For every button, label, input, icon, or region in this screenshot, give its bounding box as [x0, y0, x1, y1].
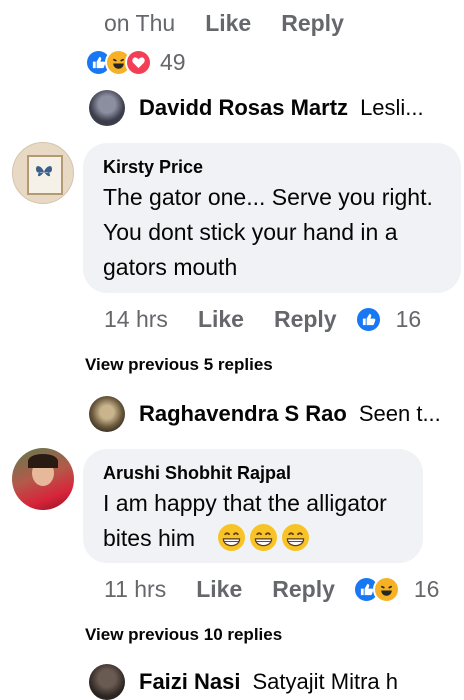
avatar[interactable]	[89, 90, 125, 126]
comment-text-line: The gator one... Serve you right.	[103, 184, 433, 210]
love-icon	[125, 49, 152, 76]
reply-author[interactable]: Faizi Nasi	[139, 669, 240, 695]
comment-text: bites him	[103, 525, 196, 551]
reply-text: Lesli...	[360, 95, 424, 120]
like-icon	[354, 306, 382, 333]
avatar[interactable]	[12, 448, 74, 510]
comment-bubble: Arushi Shobhit Rajpal I am happy that th…	[83, 449, 423, 563]
reply-button[interactable]: Reply	[274, 306, 337, 333]
reaction-count: 49	[160, 49, 186, 75]
reply-button[interactable]: Reply	[281, 10, 344, 37]
comment-text-line: gators mouth	[103, 254, 238, 280]
grin-icon	[281, 524, 309, 551]
comment-time: on Thu	[104, 10, 176, 36]
comment-author[interactable]: Arushi Shobhit Rajpal	[103, 463, 403, 484]
reply-text: Satyajit Mitra h	[252, 669, 398, 694]
comment-text-line: You dont stick your hand in a	[103, 219, 398, 245]
comment-author[interactable]: Kirsty Price	[103, 157, 441, 178]
reply-button[interactable]: Reply	[272, 576, 335, 603]
like-button[interactable]: Like	[205, 10, 251, 37]
comment-bubble: Kirsty Price The gator one... Serve you …	[83, 143, 461, 293]
reaction-summary[interactable]: 49	[85, 49, 186, 76]
avatar[interactable]	[12, 142, 74, 204]
reply-author[interactable]: Raghavendra S Rao	[139, 401, 347, 427]
reaction-count: 16	[413, 576, 440, 602]
grin-icon	[217, 524, 245, 551]
comment-time: 11 hrs	[104, 576, 167, 602]
reaction-summary[interactable]: 16	[354, 306, 422, 333]
reaction-summary[interactable]: 16	[352, 576, 440, 603]
comment-meta-row: 11 hrs Like Reply 16	[104, 576, 439, 603]
top-meta-row: on Thu Like Reply	[104, 10, 344, 37]
comment-time: 14 hrs	[104, 306, 168, 332]
grin-icon	[249, 524, 277, 551]
like-button[interactable]: Like	[198, 306, 244, 333]
reply-preview[interactable]: Davidd Rosas Martz Lesli...	[89, 90, 459, 126]
reaction-count: 16	[395, 306, 422, 332]
haha-icon	[372, 576, 400, 603]
reply-author[interactable]: Davidd Rosas Martz	[139, 95, 348, 121]
butterfly-icon	[36, 166, 52, 177]
avatar[interactable]	[89, 396, 125, 432]
comment-text-line: bites him	[103, 521, 403, 556]
like-button[interactable]: Like	[196, 576, 242, 603]
reply-text: Seen t...	[358, 401, 441, 426]
reply-preview[interactable]: Raghavendra S Rao Seen t...	[89, 396, 459, 432]
comment-meta-row: 14 hrs Like Reply 16	[104, 306, 421, 333]
view-previous-replies[interactable]: View previous 5 replies	[85, 355, 273, 375]
view-previous-replies[interactable]: View previous 10 replies	[85, 625, 282, 645]
comment-text-line: I am happy that the alligator	[103, 490, 387, 516]
